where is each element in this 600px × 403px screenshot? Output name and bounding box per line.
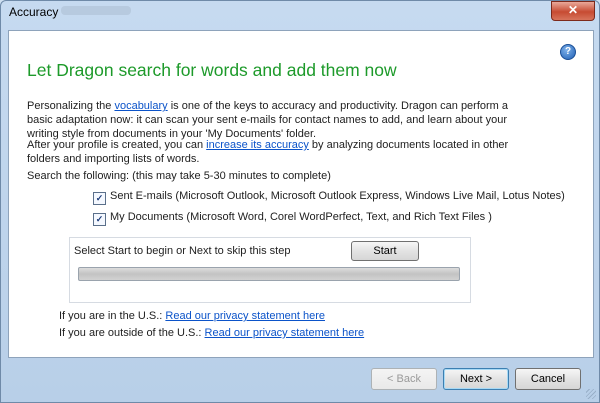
accuracy-window: Accuracy ✕ ? Let Dragon search for words… [0,0,600,403]
button-bar: < Back Next > Cancel [1,356,599,402]
close-icon: ✕ [567,3,579,17]
resize-grip[interactable] [586,389,596,399]
title-bar[interactable]: Accuracy ✕ [1,1,599,23]
scan-progress-bar [78,267,460,281]
profile-text-start: After your profile is created, you can [27,139,207,151]
privacy-us: If you are in the U.S.: Read our privacy… [59,310,325,322]
my-documents-label: My Documents (Microsoft Word, Corel Word… [110,211,492,223]
help-icon[interactable]: ? [560,44,576,60]
blurred-title-text [61,6,131,15]
privacy-intl: If you are outside of the U.S.: Read our… [59,327,364,339]
my-documents-checkbox[interactable]: ✓ [93,213,106,226]
increase-accuracy-link[interactable]: increase its accuracy [206,139,309,151]
sent-emails-checkbox[interactable]: ✓ [93,192,106,205]
cancel-button[interactable]: Cancel [515,368,581,390]
close-button[interactable]: ✕ [551,1,595,21]
scan-panel: Select Start to begin or Next to skip th… [69,237,471,303]
back-button[interactable]: < Back [371,368,437,390]
privacy-us-link[interactable]: Read our privacy statement here [165,310,325,322]
vocabulary-link[interactable]: vocabulary [114,100,167,112]
intro-paragraph: Personalizing the vocabulary is one of t… [27,99,527,141]
page-heading: Let Dragon search for words and add them… [27,60,397,80]
scan-instruction: Select Start to begin or Next to skip th… [74,245,291,257]
window-title: Accuracy [9,5,59,19]
my-documents-option[interactable]: ✓ My Documents (Microsoft Word, Corel Wor… [93,211,492,226]
next-button[interactable]: Next > [443,368,509,390]
privacy-us-label: If you are in the U.S.: [59,310,166,322]
search-label: Search the following: (this may take 5-3… [27,170,331,182]
privacy-intl-link[interactable]: Read our privacy statement here [205,327,365,339]
profile-paragraph: After your profile is created, you can i… [27,138,527,166]
privacy-intl-label: If you are outside of the U.S.: [59,327,205,339]
sent-emails-label: Sent E-mails (Microsoft Outlook, Microso… [110,190,565,202]
sent-emails-option[interactable]: ✓ Sent E-mails (Microsoft Outlook, Micros… [93,190,565,205]
intro-text-start: Personalizing the [27,100,115,112]
start-button[interactable]: Start [351,241,419,261]
content-area: ? Let Dragon search for words and add th… [8,30,594,358]
